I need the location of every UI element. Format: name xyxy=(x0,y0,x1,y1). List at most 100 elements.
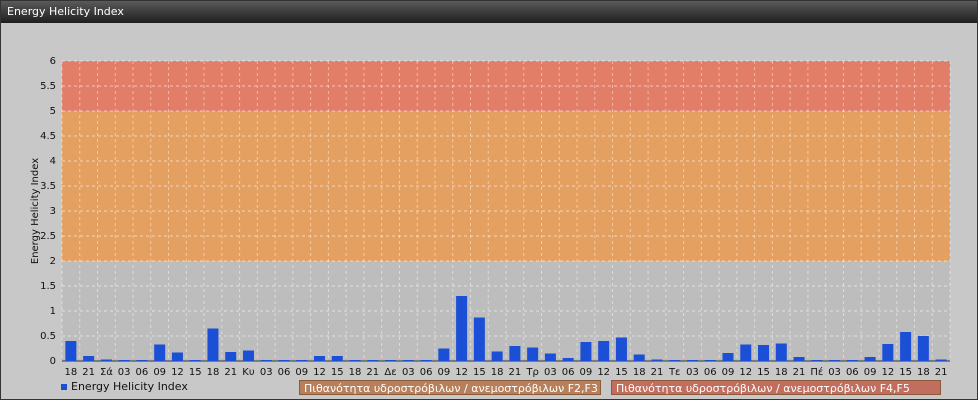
bar xyxy=(509,346,521,361)
x-tick-label: 18 xyxy=(633,367,646,378)
legend-series-label: Energy Helicity Index xyxy=(71,380,188,393)
x-tick-label: 21 xyxy=(935,367,948,378)
x-tick-label: 12 xyxy=(881,367,894,378)
x-tick-label: 06 xyxy=(704,367,717,378)
x-tick-label: 15 xyxy=(757,367,770,378)
x-tick-label: 21 xyxy=(651,367,664,378)
x-tick-label: 03 xyxy=(402,367,415,378)
x-tick-label: 03 xyxy=(260,367,273,378)
legend-band-f2f3[interactable]: Πιθανότητα υδροστρόβιλων / ανεμοστρόβιλω… xyxy=(299,380,601,395)
x-tick-label: Τε xyxy=(668,367,681,378)
bar xyxy=(758,345,770,361)
window-title: Energy Helicity Index xyxy=(1,1,977,23)
x-tick-label: 15 xyxy=(189,367,202,378)
bar xyxy=(775,343,787,361)
x-tick-label: 09 xyxy=(437,367,450,378)
x-tick-label: 18 xyxy=(491,367,504,378)
bar xyxy=(331,356,343,361)
bar xyxy=(864,357,876,361)
y-tick-label: 6 xyxy=(50,56,56,67)
bar xyxy=(491,351,503,361)
x-tick-label: 21 xyxy=(509,367,522,378)
x-tick-label: 21 xyxy=(224,367,237,378)
bar xyxy=(811,360,823,361)
x-tick-label: 06 xyxy=(420,367,433,378)
bar xyxy=(385,360,397,361)
bar xyxy=(65,341,77,361)
legend-series[interactable]: Energy Helicity Index xyxy=(61,380,188,393)
x-tick-label: 12 xyxy=(597,367,610,378)
x-tick-label: 06 xyxy=(278,367,291,378)
bar xyxy=(917,336,929,361)
bar xyxy=(580,342,592,361)
bar xyxy=(704,360,716,361)
bar xyxy=(544,353,556,361)
y-axis-title: Energy Helicity Index xyxy=(30,158,41,264)
x-tick-label: Σά xyxy=(100,366,113,378)
bar xyxy=(793,357,805,361)
y-tick-label: 2 xyxy=(50,256,56,267)
x-tick-label: Πέ xyxy=(810,366,823,378)
bar xyxy=(349,360,361,361)
x-tick-label: Τρ xyxy=(525,367,538,378)
bar xyxy=(900,332,912,361)
y-tick-label: 1.5 xyxy=(40,281,56,292)
x-tick-label: 12 xyxy=(455,367,468,378)
bar xyxy=(598,341,610,361)
bar xyxy=(651,359,663,361)
x-tick-label: 03 xyxy=(828,367,841,378)
x-tick-label: 12 xyxy=(739,367,752,378)
bar xyxy=(100,359,112,361)
y-tick-label: 5.5 xyxy=(40,81,56,92)
x-tick-label: 03 xyxy=(686,367,699,378)
bar xyxy=(242,350,254,361)
x-tick-label: 21 xyxy=(366,367,379,378)
x-tick-label: Δε xyxy=(384,367,396,378)
bar xyxy=(722,353,734,361)
x-tick-label: 03 xyxy=(118,367,131,378)
x-tick-label: 03 xyxy=(544,367,557,378)
bar xyxy=(633,354,645,361)
bar xyxy=(935,359,947,361)
bar xyxy=(278,360,290,361)
x-tick-label: 21 xyxy=(793,367,806,378)
bar xyxy=(189,360,201,361)
y-tick-label: 1 xyxy=(50,306,56,317)
bar xyxy=(154,344,166,361)
x-tick-label: 15 xyxy=(473,367,486,378)
legend-series-swatch xyxy=(61,383,67,390)
x-tick-label: 06 xyxy=(846,367,859,378)
x-tick-label: 09 xyxy=(580,367,593,378)
y-tick-label: 4.5 xyxy=(40,131,56,142)
bar xyxy=(740,344,752,361)
y-tick-label: 4 xyxy=(50,156,56,167)
bar xyxy=(846,360,858,361)
bar xyxy=(669,360,681,361)
x-tick-label: Κυ xyxy=(242,367,255,378)
bar xyxy=(296,360,308,361)
x-tick-label: 06 xyxy=(562,367,575,378)
y-tick-label: 5 xyxy=(50,106,56,117)
x-tick-label: 09 xyxy=(153,367,166,378)
legend-band-f4f5[interactable]: Πιθανότητα υδροστρόβιλων / ανεμοστρόβιλω… xyxy=(611,380,941,395)
y-tick-label: 0 xyxy=(50,356,56,367)
x-tick-label: 18 xyxy=(349,367,362,378)
x-tick-label: 06 xyxy=(136,367,149,378)
bar xyxy=(83,356,95,361)
bar xyxy=(225,352,237,361)
bar xyxy=(527,347,539,361)
bar xyxy=(686,360,698,361)
x-tick-label: 15 xyxy=(615,367,628,378)
bar xyxy=(314,356,326,361)
bar xyxy=(402,360,414,361)
bar xyxy=(367,360,379,361)
bar xyxy=(136,360,148,361)
x-tick-label: 18 xyxy=(917,367,930,378)
bar xyxy=(562,358,574,361)
bar xyxy=(473,317,485,361)
x-tick-label: 09 xyxy=(722,367,735,378)
y-tick-label: 2.5 xyxy=(40,231,56,242)
bar xyxy=(438,348,450,361)
chart-window: Energy Helicity Index 0 0.5 1 1.5 2 2.5 3 3.5 4 4… xyxy=(0,0,978,400)
bar xyxy=(420,360,432,361)
